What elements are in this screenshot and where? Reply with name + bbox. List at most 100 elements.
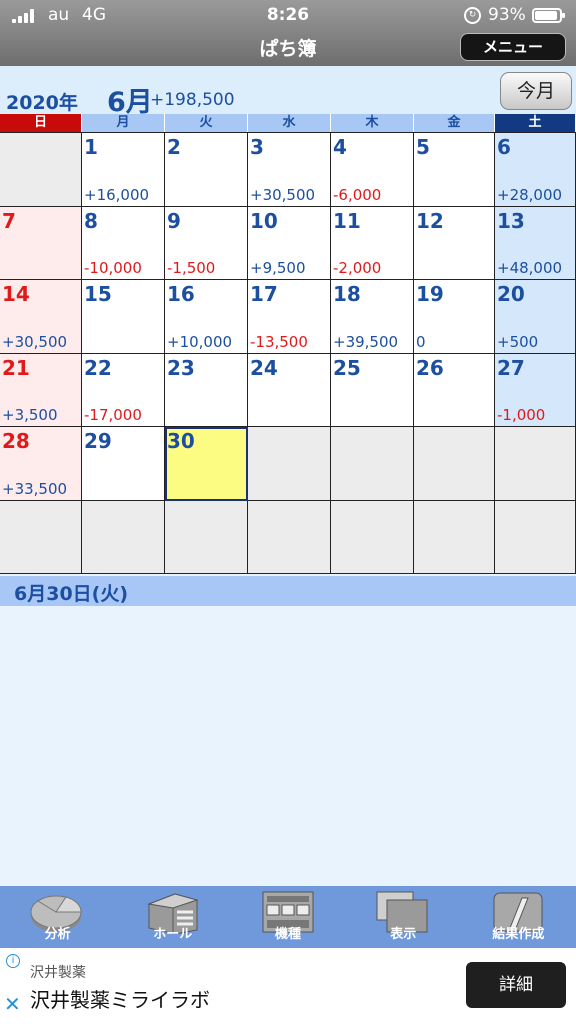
calendar-day-cell[interactable]: 16 +10,000: [165, 280, 248, 354]
day-number: 1: [84, 135, 98, 159]
calendar-day-cell[interactable]: 3 +30,500: [248, 133, 331, 207]
top-bar: au 4G 8:26 ↻ 93% ぱち簿 メニュー: [0, 0, 576, 66]
toolbar-label: 分析: [44, 927, 71, 942]
calendar-empty-cell: [165, 500, 248, 574]
toolbar-analysis[interactable]: 分析: [0, 886, 115, 948]
day-number: 24: [250, 355, 278, 380]
day-number: 8: [84, 208, 98, 233]
calendar-day-cell[interactable]: 4 -6,000: [331, 133, 414, 207]
calendar-day-cell[interactable]: 2: [165, 133, 248, 207]
day-number: 12: [416, 208, 444, 233]
weekday-sat: 土: [495, 114, 576, 132]
day-number: 15: [84, 282, 112, 306]
calendar-empty-cell: [82, 500, 165, 574]
calendar-day-cell[interactable]: 5: [414, 133, 495, 207]
day-number: 5: [416, 135, 430, 159]
day-number: 27: [497, 355, 525, 380]
day-number: 13: [497, 208, 525, 233]
calendar-day-cell[interactable]: 27 -1,000: [495, 353, 576, 427]
bottom-toolbar: 分析 ホール 機種 表示 結果作成: [0, 886, 576, 948]
ad-banner[interactable]: i ✕ 沢井製薬 沢井製薬ミライラボ 詳細: [0, 948, 576, 1024]
day-number: 4: [333, 135, 347, 159]
day-amount: +28,000: [497, 185, 563, 204]
day-amount: +500: [497, 332, 539, 351]
calendar-day-cell[interactable]: 25: [331, 353, 414, 427]
day-number: 2: [167, 135, 181, 159]
weekday-mon: 月: [82, 114, 165, 132]
calendar-day-cell[interactable]: 20 +500: [495, 280, 576, 354]
calendar-day-cell[interactable]: 21 +3,500: [0, 353, 82, 427]
toolbar-label: 機種: [275, 927, 302, 942]
close-icon[interactable]: ✕: [4, 992, 21, 1016]
ad-sponsor: 沢井製薬: [30, 965, 86, 981]
year-label: 2020年: [6, 92, 78, 114]
day-number: 9: [167, 208, 181, 233]
day-number: 21: [2, 355, 30, 380]
calendar-day-cell[interactable]: 15: [82, 280, 165, 354]
calendar-day-cell[interactable]: 18 +39,500: [331, 280, 414, 354]
toolbar-hall[interactable]: ホール: [115, 886, 230, 948]
calendar-empty-cell: [414, 427, 495, 501]
day-amount: +48,000: [497, 259, 563, 277]
day-number: 17: [250, 282, 278, 306]
day-amount: +33,500: [2, 479, 68, 498]
ad-info-icon[interactable]: i: [6, 954, 20, 968]
toolbar-machine[interactable]: 機種: [230, 886, 345, 948]
day-amount: -6,000: [333, 185, 382, 204]
calendar-empty-cell: [248, 500, 331, 574]
menu-button[interactable]: メニュー: [460, 33, 566, 61]
calendar-day-cell[interactable]: 19 0: [414, 280, 495, 354]
weekday-header: 日月火水木金土: [0, 114, 576, 132]
day-amount: -1,000: [497, 406, 546, 424]
calendar-grid: 1 +16,000 2 3 +30,500 4 -6,000 5 6 +28,000 7 8 -10,0…: [0, 132, 576, 574]
toolbar-display[interactable]: 表示: [346, 886, 461, 948]
day-amount: +9,500: [250, 259, 306, 277]
calendar-day-cell[interactable]: 17 -13,500: [248, 280, 331, 354]
day-number: 6: [497, 135, 511, 159]
calendar-day-cell[interactable]: 14 +30,500: [0, 280, 82, 354]
calendar-day-cell[interactable]: 1 +16,000: [82, 133, 165, 207]
ad-title: 沢井製薬ミライラボ: [30, 988, 210, 1012]
calendar-day-cell[interactable]: 28 +33,500: [0, 427, 82, 501]
day-number: 19: [416, 282, 444, 306]
calendar-day-cell[interactable]: 24: [248, 353, 331, 427]
calendar-day-cell[interactable]: 29: [82, 427, 165, 501]
battery-icon: [532, 8, 565, 23]
calendar-day-cell[interactable]: 9 -1,500: [165, 206, 248, 280]
day-number: 18: [333, 282, 361, 306]
day-number: 3: [250, 135, 264, 159]
calendar-empty-cell: [495, 500, 576, 574]
weekday-tue: 火: [165, 114, 248, 132]
calendar-day-cell[interactable]: 10 +9,500: [248, 206, 331, 280]
day-number: 14: [2, 282, 30, 306]
battery-percent: 93%: [488, 5, 526, 25]
status-bar: au 4G 8:26 ↻ 93%: [0, 0, 576, 32]
month-header: 2020年 6月 +198,500 今月: [0, 66, 576, 118]
day-amount: +3,500: [2, 406, 58, 424]
day-amount: -17,000: [84, 406, 142, 424]
toolbar-label: 結果作成: [492, 927, 545, 942]
calendar-day-cell[interactable]: 13 +48,000: [495, 206, 576, 280]
weekday-sun: 日: [0, 114, 82, 132]
day-amount: +10,000: [167, 332, 233, 351]
calendar-day-cell[interactable]: 12: [414, 206, 495, 280]
calendar-empty-cell: [331, 500, 414, 574]
calendar-day-cell[interactable]: 6 +28,000: [495, 133, 576, 207]
day-number: 7: [2, 208, 16, 233]
calendar-day-cell[interactable]: 11 -2,000: [331, 206, 414, 280]
day-amount: -2,000: [333, 259, 382, 277]
orientation-lock-icon: ↻: [464, 7, 481, 24]
ad-details-button[interactable]: 詳細: [466, 962, 566, 1008]
calendar-day-cell[interactable]: 22 -17,000: [82, 353, 165, 427]
day-number: 10: [250, 208, 278, 233]
weekday-wed: 水: [248, 114, 331, 132]
calendar-day-cell[interactable]: 30: [165, 427, 248, 501]
calendar-day-cell[interactable]: 8 -10,000: [82, 206, 165, 280]
calendar-day-cell[interactable]: 26: [414, 353, 495, 427]
current-month-button[interactable]: 今月: [500, 72, 572, 110]
calendar-day-cell[interactable]: 7: [0, 206, 82, 280]
toolbar-create-result[interactable]: 結果作成: [461, 886, 576, 948]
calendar-empty-cell: [248, 427, 331, 501]
calendar-day-cell[interactable]: 23: [165, 353, 248, 427]
day-amount: -1,500: [167, 259, 216, 277]
